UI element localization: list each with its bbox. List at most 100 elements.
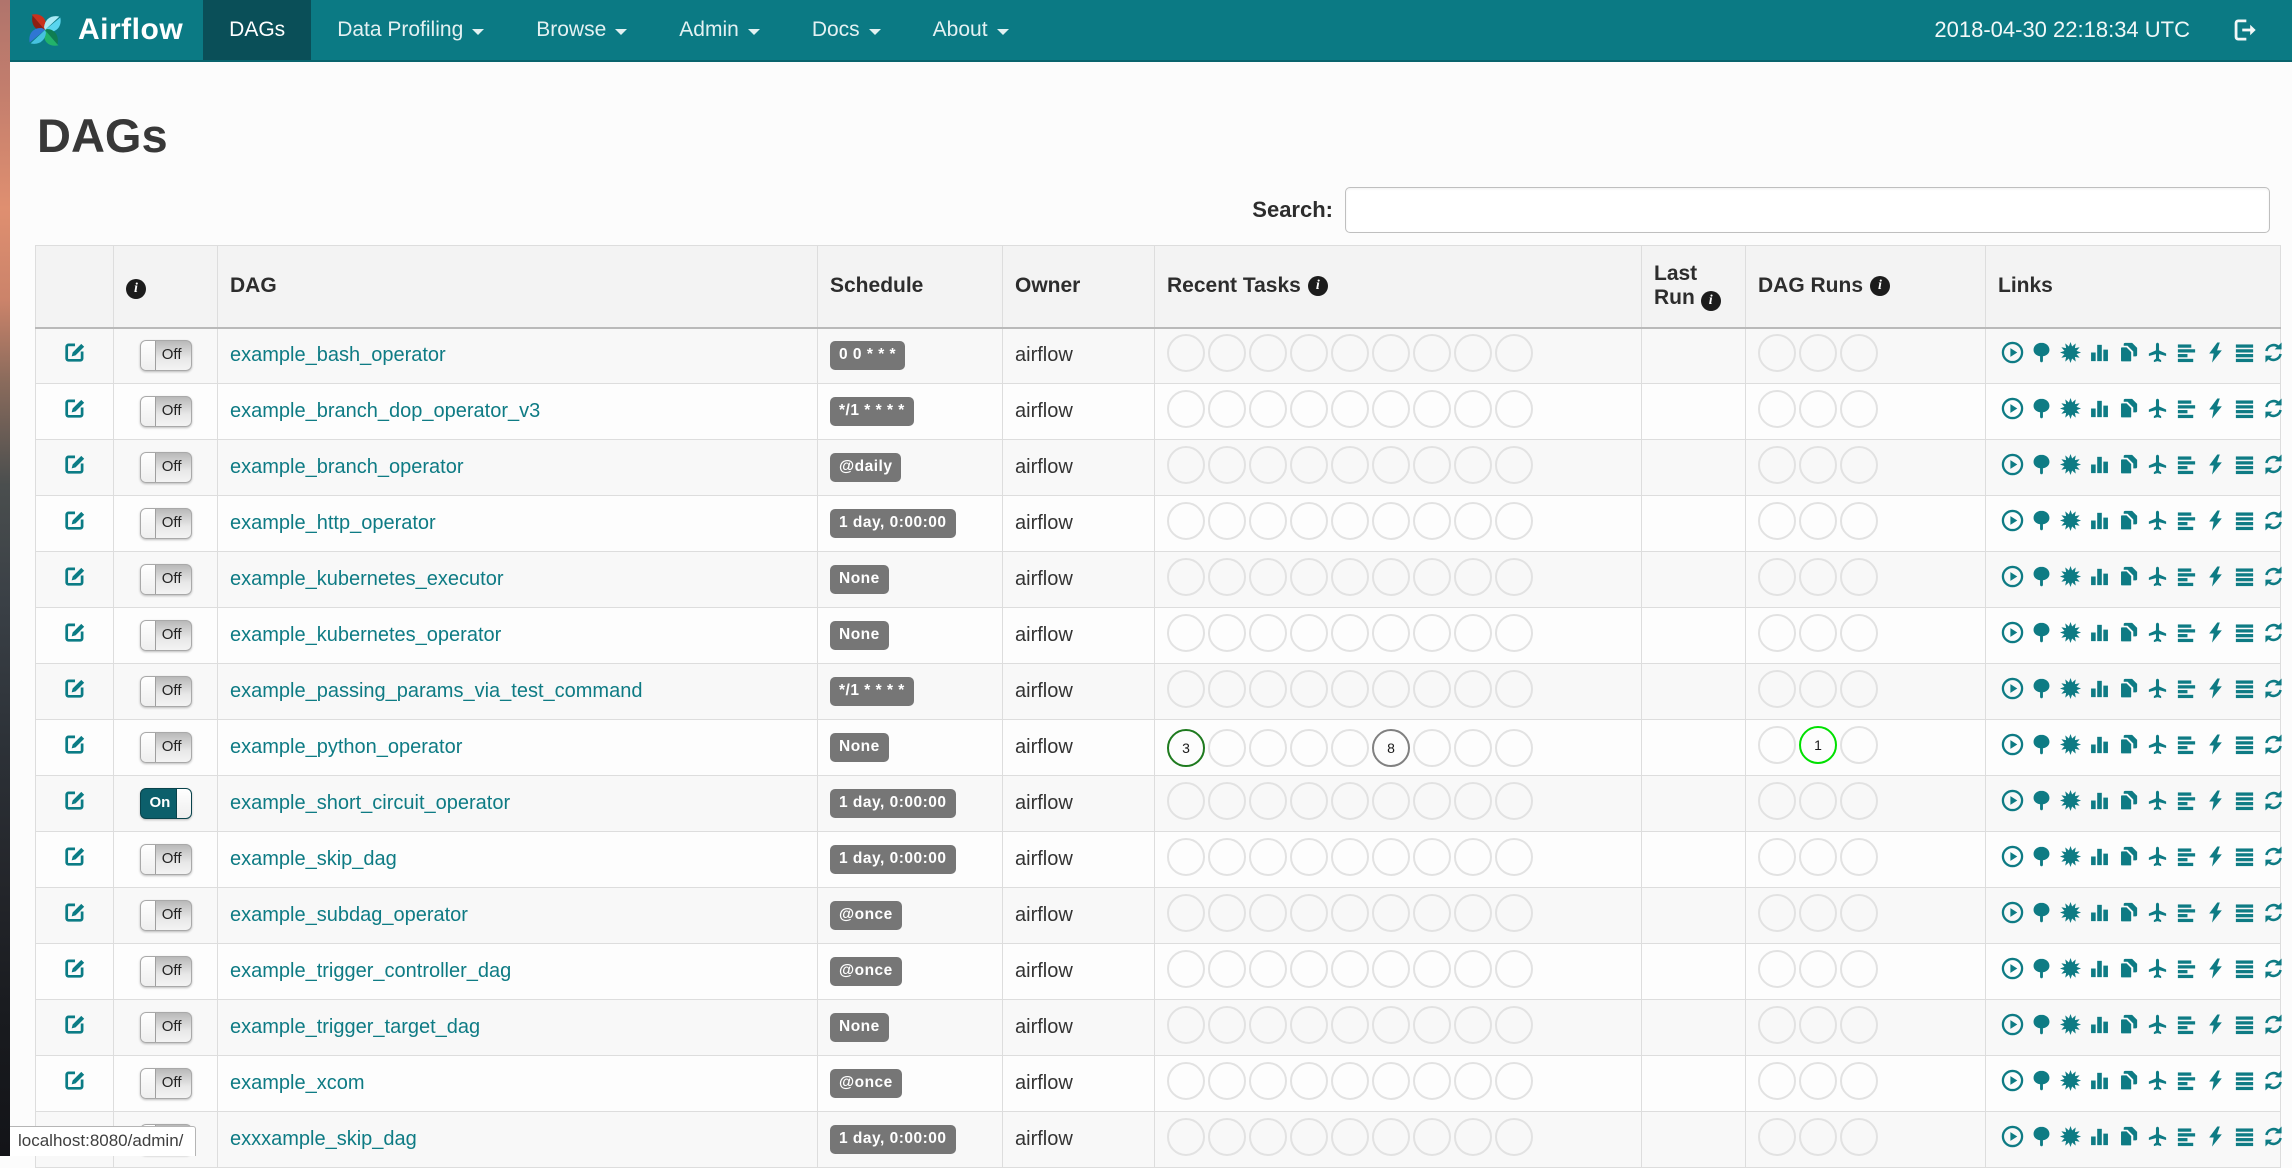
recent-tasks-state-circle[interactable] [1167, 837, 1205, 876]
landing-times-icon[interactable] [2146, 509, 2169, 532]
dag-pause-toggle[interactable]: Off [139, 1012, 192, 1043]
dag-name-link[interactable]: example_kubernetes_operator [230, 624, 501, 646]
task-tries-icon[interactable] [2117, 957, 2140, 980]
task-tries-icon[interactable] [2117, 901, 2140, 924]
dag-runs-state-circle[interactable] [1799, 445, 1837, 484]
trigger-dag-icon[interactable] [2001, 341, 2024, 364]
dag-runs-state-circle[interactable] [1799, 333, 1837, 372]
refresh-icon[interactable] [2262, 1013, 2285, 1036]
schedule-badge[interactable]: None [830, 565, 889, 594]
landing-times-icon[interactable] [2146, 565, 2169, 588]
tree-view-icon[interactable] [2030, 957, 2053, 980]
dag-pause-toggle[interactable]: On [139, 788, 192, 819]
tree-view-icon[interactable] [2030, 453, 2053, 476]
recent-tasks-state-circle[interactable] [1167, 1005, 1205, 1044]
recent-tasks-state-circle[interactable] [1208, 557, 1246, 596]
refresh-icon[interactable] [2262, 621, 2285, 644]
dag-name-link[interactable]: example_short_circuit_operator [230, 792, 510, 814]
task-duration-icon[interactable] [2088, 565, 2111, 588]
gantt-view-icon[interactable] [2175, 453, 2198, 476]
gantt-view-icon[interactable] [2175, 509, 2198, 532]
task-tries-icon[interactable] [2117, 1013, 2140, 1036]
recent-tasks-state-circle[interactable] [1167, 557, 1205, 596]
dag-runs-state-circle[interactable] [1758, 949, 1796, 988]
task-duration-icon[interactable] [2088, 621, 2111, 644]
task-tries-icon[interactable] [2117, 733, 2140, 756]
dag-runs-state-circle[interactable] [1799, 837, 1837, 876]
task-tries-icon[interactable] [2117, 1069, 2140, 1092]
dag-runs-state-circle[interactable] [1840, 949, 1878, 988]
dag-runs-state-circle[interactable] [1840, 1061, 1878, 1100]
schedule-badge[interactable]: None [830, 621, 889, 650]
recent-tasks-state-circle[interactable]: 8 [1372, 728, 1410, 767]
refresh-icon[interactable] [2262, 453, 2285, 476]
dag-name-link[interactable]: example_http_operator [230, 512, 436, 534]
recent-tasks-state-circle[interactable] [1331, 669, 1369, 708]
landing-times-icon[interactable] [2146, 1125, 2169, 1148]
recent-tasks-state-circle[interactable] [1454, 333, 1492, 372]
task-tries-icon[interactable] [2117, 789, 2140, 812]
landing-times-icon[interactable] [2146, 341, 2169, 364]
edit-dag-button[interactable] [62, 620, 87, 645]
recent-tasks-state-circle[interactable] [1290, 557, 1328, 596]
task-duration-icon[interactable] [2088, 789, 2111, 812]
dag-name-link[interactable]: exxxample_skip_dag [230, 1128, 417, 1150]
header-owner[interactable]: Owner [1002, 245, 1155, 329]
search-input[interactable] [1345, 187, 2270, 233]
dag-runs-state-circle[interactable] [1840, 333, 1878, 372]
recent-tasks-state-circle[interactable] [1372, 501, 1410, 540]
dag-runs-state-circle[interactable] [1799, 389, 1837, 428]
gantt-view-icon[interactable] [2175, 565, 2198, 588]
recent-tasks-state-circle[interactable] [1290, 333, 1328, 372]
task-details-icon[interactable] [2233, 733, 2256, 756]
trigger-dag-icon[interactable] [2001, 1013, 2024, 1036]
recent-tasks-state-circle[interactable] [1454, 669, 1492, 708]
code-view-icon[interactable] [2204, 1125, 2227, 1148]
recent-tasks-state-circle[interactable] [1208, 1005, 1246, 1044]
task-details-icon[interactable] [2233, 845, 2256, 868]
recent-tasks-state-circle[interactable] [1249, 949, 1287, 988]
recent-tasks-state-circle[interactable] [1290, 837, 1328, 876]
task-duration-icon[interactable] [2088, 957, 2111, 980]
tree-view-icon[interactable] [2030, 1013, 2053, 1036]
code-view-icon[interactable] [2204, 397, 2227, 420]
dag-pause-toggle[interactable]: Off [139, 956, 192, 987]
graph-view-icon[interactable] [2059, 1069, 2082, 1092]
recent-tasks-state-circle[interactable] [1331, 557, 1369, 596]
nav-menu-item[interactable]: Docs [786, 0, 907, 60]
dag-pause-toggle[interactable]: Off [139, 564, 192, 595]
graph-view-icon[interactable] [2059, 341, 2082, 364]
recent-tasks-state-circle[interactable] [1372, 1005, 1410, 1044]
nav-menu-item[interactable]: Browse [510, 0, 653, 60]
dag-runs-state-circle[interactable] [1758, 501, 1796, 540]
task-duration-icon[interactable] [2088, 453, 2111, 476]
schedule-badge[interactable]: 1 day, 0:00:00 [830, 509, 956, 538]
recent-tasks-state-circle[interactable] [1331, 781, 1369, 820]
recent-tasks-state-circle[interactable] [1208, 1061, 1246, 1100]
recent-tasks-state-circle[interactable] [1372, 1117, 1410, 1156]
schedule-badge[interactable]: 1 day, 0:00:00 [830, 845, 956, 874]
task-tries-icon[interactable] [2117, 621, 2140, 644]
schedule-badge[interactable]: None [830, 1013, 889, 1042]
recent-tasks-state-circle[interactable] [1249, 557, 1287, 596]
trigger-dag-icon[interactable] [2001, 789, 2024, 812]
task-duration-icon[interactable] [2088, 901, 2111, 924]
refresh-icon[interactable] [2262, 1125, 2285, 1148]
recent-tasks-state-circle[interactable] [1495, 613, 1533, 652]
recent-tasks-state-circle[interactable] [1167, 333, 1205, 372]
recent-tasks-state-circle[interactable] [1495, 445, 1533, 484]
task-details-icon[interactable] [2233, 1125, 2256, 1148]
code-view-icon[interactable] [2204, 621, 2227, 644]
task-duration-icon[interactable] [2088, 1069, 2111, 1092]
logout-button[interactable] [2230, 16, 2258, 44]
recent-tasks-state-circle[interactable] [1495, 1005, 1533, 1044]
recent-tasks-state-circle[interactable] [1167, 1061, 1205, 1100]
recent-tasks-state-circle[interactable] [1208, 669, 1246, 708]
recent-tasks-state-circle[interactable] [1249, 613, 1287, 652]
recent-tasks-state-circle[interactable] [1290, 669, 1328, 708]
gantt-view-icon[interactable] [2175, 621, 2198, 644]
dag-runs-state-circle[interactable] [1840, 501, 1878, 540]
trigger-dag-icon[interactable] [2001, 509, 2024, 532]
recent-tasks-state-circle[interactable] [1208, 781, 1246, 820]
trigger-dag-icon[interactable] [2001, 565, 2024, 588]
